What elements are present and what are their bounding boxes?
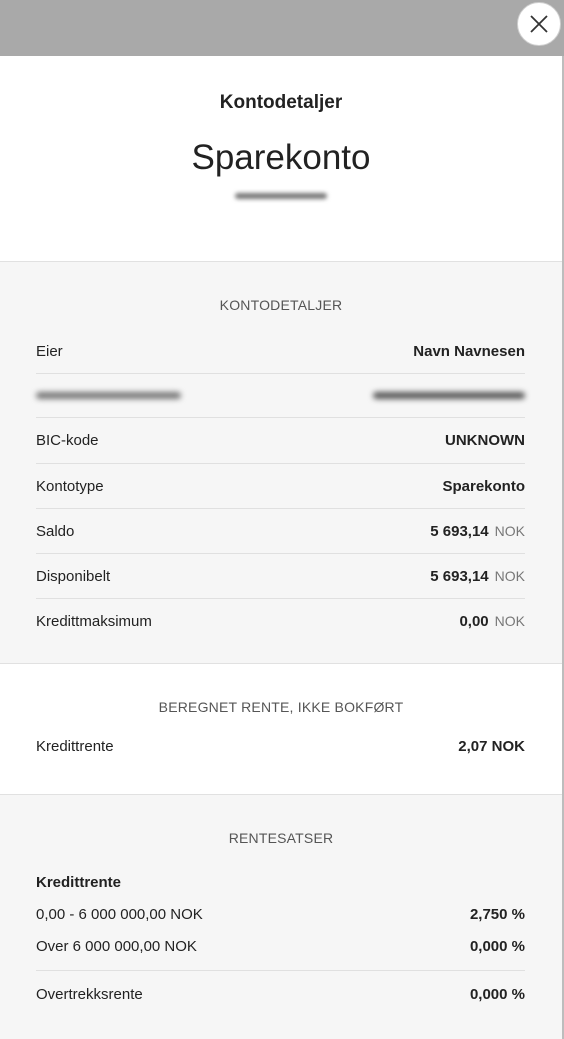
panel-header: Kontodetaljer Sparekonto — [0, 56, 562, 262]
interest-label: Kredittrente — [36, 737, 114, 755]
overdraft-label: Overtrekksrente — [36, 985, 143, 1003]
detail-value: UNKNOWN — [445, 432, 525, 449]
interest-rates-section: RENTESATSER Kredittrente 0,00 - 6 000 00… — [0, 795, 562, 1039]
currency-label: NOK — [494, 613, 525, 629]
interest-row: Kredittrente 2,07 NOK — [36, 715, 525, 777]
rate-tier-row: Over 6 000 000,00 NOK 0,000 % — [36, 930, 525, 962]
detail-row-bic: BIC-kode UNKNOWN — [36, 417, 525, 463]
close-icon — [530, 15, 548, 33]
overdraft-value: 0,000 % — [469, 985, 525, 1003]
calculated-interest-section: BEREGNET RENTE, IKKE BOKFØRT Kredittrent… — [0, 664, 562, 795]
detail-value: Navn Navnesen — [413, 342, 525, 360]
section-title: KONTODETALJER — [219, 297, 343, 313]
currency-label: NOK — [494, 522, 525, 539]
overdraft-row: Overtrekksrente 0,000 % — [36, 970, 525, 1017]
account-details-section: KONTODETALJER Eier Navn Navnesen BIC-kod… — [0, 262, 562, 664]
section-title: BEREGNET RENTE, IKKE BOKFØRT — [158, 699, 404, 715]
rate-tier-value: 2,750 % — [469, 905, 525, 923]
rate-tier-label: Over 6 000 000,00 NOK — [36, 937, 197, 955]
detail-value: 5 693,14 — [430, 522, 489, 540]
detail-value: 0,00 — [459, 613, 489, 630]
detail-label: Disponibelt — [36, 567, 111, 585]
detail-label: Kontotype — [36, 477, 104, 495]
account-name-title: Sparekonto — [191, 138, 371, 177]
rate-tier-value: 0,000 % — [469, 937, 525, 955]
rate-group-title: Kredittrente — [36, 874, 122, 891]
detail-label: BIC-kode — [36, 432, 99, 449]
detail-row-balance: Saldo 5 693,14 NOK — [36, 508, 525, 553]
section-title: RENTESATSER — [228, 830, 334, 846]
detail-label: Eier — [36, 342, 63, 360]
redacted-account-number — [235, 193, 327, 199]
rate-tier-label: 0,00 - 6 000 000,00 NOK — [36, 905, 203, 923]
detail-label: Saldo — [36, 522, 75, 540]
detail-row-owner: Eier Navn Navnesen — [36, 329, 525, 373]
detail-value: Sparekonto — [442, 477, 525, 495]
detail-row-account-type: Kontotype Sparekonto — [36, 463, 525, 508]
redacted-row — [36, 373, 525, 417]
close-button[interactable] — [517, 2, 561, 46]
panel-subtitle: Kontodetaljer — [219, 92, 343, 113]
detail-row-credit-limit: Kredittmaksimum 0,00 NOK — [36, 598, 525, 644]
rate-tier-row: 0,00 - 6 000 000,00 NOK 2,750 % — [36, 898, 525, 930]
account-details-panel: Kontodetaljer Sparekonto KONTODETALJER E… — [0, 56, 564, 1039]
detail-label: Kredittmaksimum — [36, 613, 152, 630]
interest-value: 2,07 NOK — [458, 737, 525, 755]
detail-row-available: Disponibelt 5 693,14 NOK — [36, 553, 525, 598]
currency-label: NOK — [494, 567, 525, 584]
detail-value: 5 693,14 — [430, 567, 489, 585]
